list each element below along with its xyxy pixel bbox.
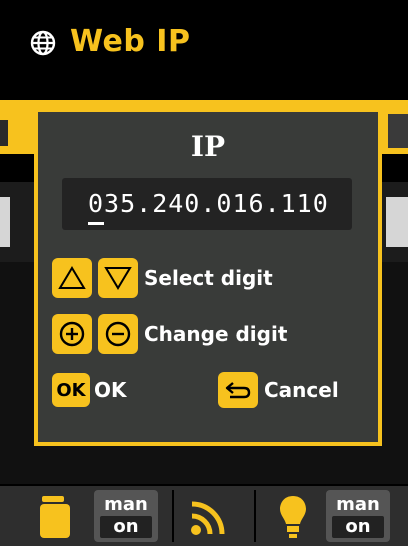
up-key[interactable] [52, 258, 92, 298]
select-digit-hint: Select digit [52, 258, 273, 298]
divider [172, 490, 174, 542]
ok-label: OK [94, 378, 127, 402]
triangle-up-icon [58, 266, 86, 289]
page-title: Web IP [70, 24, 191, 59]
cancel-label: Cancel [264, 378, 339, 402]
lamp-icon [40, 496, 70, 538]
minus-key[interactable] [98, 314, 138, 354]
right-mode-label: man [336, 494, 380, 515]
divider [254, 490, 256, 542]
left-state-label: on [100, 516, 152, 538]
left-mode-status[interactable]: man on [94, 490, 158, 542]
triangle-down-icon [104, 267, 132, 290]
bottom-status-bar: man on man on [0, 486, 408, 546]
plus-key[interactable] [52, 314, 92, 354]
dialog-title: IP [190, 130, 226, 163]
change-digit-label: Change digit [144, 322, 288, 346]
down-key[interactable] [98, 258, 138, 298]
return-arrow-icon [225, 382, 251, 399]
background-row-edge-right [388, 114, 408, 148]
header: Web IP [0, 0, 408, 92]
right-state-label: on [332, 516, 384, 538]
bulb-icon [280, 496, 306, 538]
back-key[interactable] [218, 372, 258, 408]
minus-circle-icon [105, 321, 131, 347]
wifi-icon [191, 501, 225, 535]
ip-value: 035.240.016.110 [88, 189, 329, 218]
plus-circle-icon [59, 321, 85, 347]
background-row-edge-right [386, 197, 408, 247]
digit-cursor [88, 222, 104, 225]
ok-key-icon[interactable]: OK [52, 373, 90, 407]
left-mode-label: man [104, 494, 148, 515]
select-digit-label: Select digit [144, 266, 273, 290]
background-row-edge [0, 197, 10, 247]
ip-edit-dialog: IP 035.240.016.110 Select digit Change d… [34, 108, 382, 446]
right-mode-status[interactable]: man on [326, 490, 390, 542]
ip-input-field[interactable]: 035.240.016.110 [62, 178, 352, 230]
change-digit-hint: Change digit [52, 314, 287, 354]
ok-hint[interactable]: OK OK [52, 370, 127, 410]
cancel-hint[interactable]: Cancel [218, 370, 339, 410]
globe-icon [30, 30, 56, 56]
background-row-edge [0, 120, 8, 146]
